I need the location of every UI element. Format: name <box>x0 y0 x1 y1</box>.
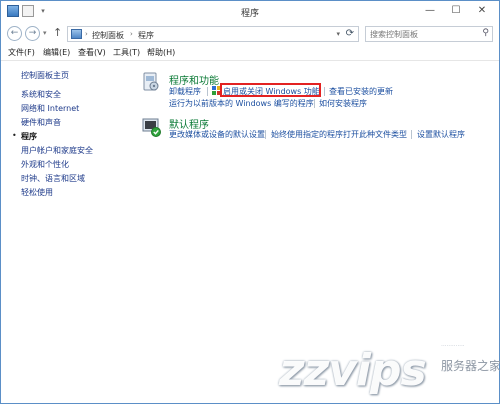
menu-edit[interactable]: 编辑(E) <box>43 47 70 58</box>
search-input[interactable] <box>370 28 474 40</box>
search-icon[interactable]: ⚲ <box>482 28 489 38</box>
red-highlight-box <box>220 83 321 97</box>
nav-ease-of-access[interactable]: 轻松使用 <box>21 187 53 198</box>
back-button[interactable]: ← <box>7 26 22 41</box>
watermark-dots: · · · · · · · · · · · · · <box>441 343 465 350</box>
watermark-logo: zzvips <box>279 345 427 396</box>
programs-features-icon[interactable] <box>142 72 160 92</box>
programs-features-title[interactable]: 程序和功能 <box>169 72 219 87</box>
menu-help[interactable]: 帮助(H) <box>147 47 175 58</box>
address-dropdown-icon[interactable]: ▾ <box>336 30 340 38</box>
run-older-programs-link[interactable]: 运行为以前版本的 Windows 编写的程序 <box>169 98 314 109</box>
link-separator <box>411 130 412 139</box>
close-button[interactable]: ✕ <box>469 3 495 19</box>
nav-user-accounts[interactable]: 用户帐户和家庭安全 <box>21 145 93 156</box>
refresh-icon[interactable]: ⟳ <box>346 28 354 39</box>
menu-bar: 文件(F) 编辑(E) 查看(V) 工具(T) 帮助(H) <box>1 45 499 61</box>
nav-appearance[interactable]: 外观和个性化 <box>21 159 69 170</box>
back-arrow-icon: ← <box>10 28 19 38</box>
search-box: ⚲ <box>365 26 493 42</box>
link-separator <box>207 87 208 96</box>
nav-clock-language[interactable]: 时钟、语言和区域 <box>21 173 85 184</box>
watermark-text: 服务器之家 <box>441 359 500 373</box>
address-bar: ← → ▾ ↑ › 控制面板 › 程序 ▾ ⟳ ⚲ <box>1 23 499 45</box>
nav-hardware-sound[interactable]: 硬件和声音 <box>21 117 61 128</box>
set-default-programs-link[interactable]: 设置默认程序 <box>417 129 465 140</box>
nav-network-internet[interactable]: 网络和 Internet <box>21 103 79 114</box>
folder-icon <box>71 29 82 39</box>
title-bar: ▾ 程序 — ☐ ✕ <box>1 1 499 23</box>
uninstall-program-link[interactable]: 卸载程序 <box>169 86 201 97</box>
link-separator <box>314 99 315 108</box>
up-button[interactable]: ↑ <box>53 26 62 39</box>
menu-view[interactable]: 查看(V) <box>78 47 106 58</box>
link-separator <box>324 87 325 96</box>
breadcrumb-control-panel[interactable]: 控制面板 <box>92 30 124 41</box>
maximize-button[interactable]: ☐ <box>443 3 469 19</box>
address-path-box[interactable]: › 控制面板 › 程序 ▾ ⟳ <box>67 26 359 42</box>
always-use-program-link[interactable]: 始终使用指定的程序打开此种文件类型 <box>271 129 407 140</box>
breadcrumb-separator: › <box>130 30 133 38</box>
forward-arrow-icon: → <box>28 28 37 38</box>
how-to-install-link[interactable]: 如何安装程序 <box>319 98 367 109</box>
current-page-bullet: • <box>12 131 17 140</box>
forward-button[interactable]: → <box>25 26 40 41</box>
nav-system-security[interactable]: 系统和安全 <box>21 89 61 100</box>
default-programs-icon[interactable] <box>142 117 162 137</box>
change-media-defaults-link[interactable]: 更改媒体或设备的默认设置 <box>169 129 265 140</box>
window-controls: — ☐ ✕ <box>417 3 495 19</box>
minimize-button[interactable]: — <box>417 3 443 19</box>
nav-programs[interactable]: 程序 <box>21 131 37 142</box>
control-panel-window: ▾ 程序 — ☐ ✕ ← → ▾ ↑ › 控制面板 › 程序 ▾ ⟳ ⚲ <box>0 0 500 404</box>
nav-control-panel-home[interactable]: 控制面板主页 <box>21 70 69 81</box>
breadcrumb-programs[interactable]: 程序 <box>138 30 154 41</box>
breadcrumb-separator: › <box>85 30 88 38</box>
menu-file[interactable]: 文件(F) <box>8 47 35 58</box>
view-installed-updates-link[interactable]: 查看已安装的更新 <box>329 86 393 97</box>
menu-tools[interactable]: 工具(T) <box>113 47 140 58</box>
link-separator <box>265 130 266 139</box>
recent-locations-dropdown[interactable]: ▾ <box>43 29 47 37</box>
